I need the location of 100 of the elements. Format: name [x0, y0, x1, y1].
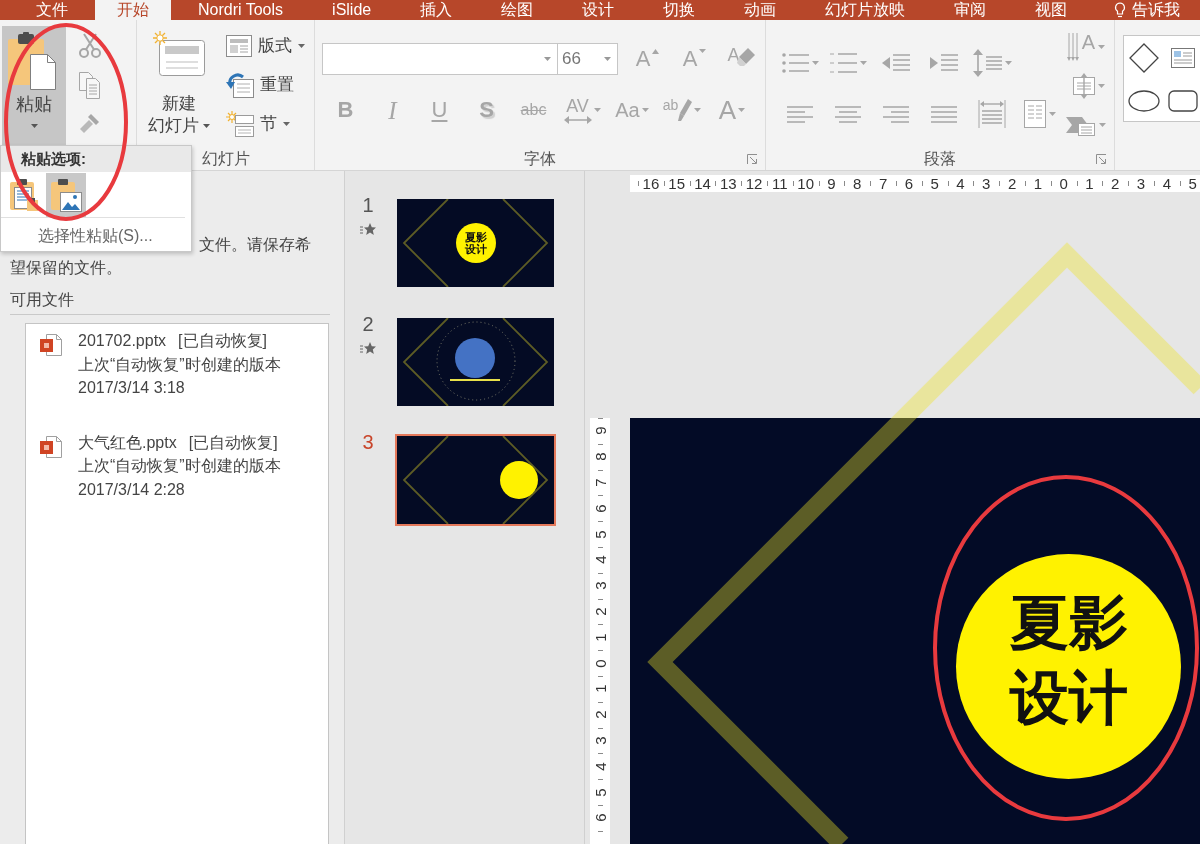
- slide-number: 2: [362, 313, 374, 334]
- distributed-icon: [978, 99, 1006, 129]
- ribbon-tab[interactable]: 插入: [398, 0, 475, 20]
- ruler-number: 4: [956, 175, 965, 192]
- ribbon-tab[interactable]: 切换: [641, 0, 718, 20]
- copy-icon: [78, 71, 102, 99]
- ruler-number: 1: [1085, 175, 1094, 192]
- group-label: 字体: [524, 149, 556, 169]
- reset-button[interactable]: 重置: [226, 65, 305, 104]
- slide-thumbnail[interactable]: 夏影设计: [397, 199, 554, 287]
- ruler-number: 13: [719, 175, 737, 192]
- paste-as-picture-button[interactable]: [46, 172, 86, 217]
- ribbon-tab[interactable]: 开始: [95, 0, 171, 20]
- ruler-number: 7: [878, 175, 888, 192]
- recovery-message: 望保留的文件。: [10, 258, 122, 278]
- ruler-number: 1: [591, 684, 609, 694]
- group-label: 段落: [924, 149, 956, 169]
- clipboard-picture-icon: [50, 177, 82, 212]
- double-arrow-icon: [563, 115, 592, 124]
- highlighter-icon: [678, 99, 693, 121]
- caret-icon: [604, 57, 611, 61]
- font-size-field[interactable]: 66: [558, 43, 618, 75]
- ribbon-tab[interactable]: 设计: [560, 0, 637, 20]
- presentation-file-icon: [40, 334, 62, 356]
- layout-icon: [226, 34, 252, 57]
- ruler-number: 5: [591, 787, 609, 797]
- file-status: [已自动恢复]: [178, 331, 267, 351]
- line-shape: [449, 378, 501, 381]
- ruler-number: 3: [1136, 175, 1146, 192]
- ruler-number: 2: [591, 607, 609, 616]
- ruler-number: 4: [1162, 175, 1171, 192]
- file-description: 上次“自动恢复”时创建的版本: [78, 354, 281, 375]
- new-slide-icon: [153, 31, 205, 76]
- ruler-number: 6: [591, 504, 609, 513]
- file-status: [已自动恢复]: [188, 432, 278, 453]
- ruler-number: 6: [904, 175, 914, 192]
- file-name[interactable]: 大气红色.pptx: [78, 430, 177, 454]
- circle-shape: [455, 337, 495, 378]
- presentation-file-icon: [40, 435, 62, 458]
- section-icon: [226, 110, 254, 137]
- ruler-number: 1: [591, 633, 609, 642]
- ruler-number: 10: [797, 175, 814, 192]
- layout-button[interactable]: 版式: [226, 26, 305, 65]
- ribbon-tab[interactable]: 幻灯片放映: [803, 0, 928, 20]
- tell-me-button[interactable]: 告诉我: [1114, 0, 1200, 20]
- ruler-number: 9: [827, 175, 836, 192]
- ruler-number: 4: [591, 762, 609, 771]
- ruler-number: 7: [591, 478, 609, 487]
- file-name[interactable]: 201702.pptx: [78, 329, 167, 353]
- ruler-number: 4: [591, 555, 609, 565]
- ruler-number: 12: [745, 175, 763, 192]
- paste-button[interactable]: 粘贴: [2, 26, 66, 145]
- font-name-field[interactable]: [322, 43, 558, 75]
- text-box-icon[interactable]: [1170, 47, 1195, 68]
- circle-shape: [500, 461, 538, 499]
- caret-icon: [544, 57, 551, 61]
- dialog-launcher-icon[interactable]: [1096, 154, 1106, 164]
- vertical-lines-icon: [1066, 33, 1079, 61]
- outdent-icon: [882, 53, 910, 73]
- slide-number: 1: [362, 195, 374, 215]
- ribbon-tab[interactable]: 动画: [722, 0, 799, 20]
- slide-number: 3: [362, 432, 374, 452]
- indent-icon: [930, 53, 958, 73]
- ribbon-tab[interactable]: 审阅: [932, 0, 1009, 20]
- ribbon-tab[interactable]: 视图: [1013, 0, 1090, 20]
- thumbnail-title: 夏影设计: [464, 231, 488, 255]
- ruler-number: 8: [591, 452, 609, 461]
- group-label: 幻灯片: [201, 149, 250, 169]
- ruler-number: 8: [853, 175, 862, 192]
- rounded-rectangle-icon[interactable]: [1167, 89, 1198, 112]
- file-description: 上次“自动恢复”时创建的版本: [78, 456, 281, 476]
- ruler-number: 0: [1059, 175, 1068, 192]
- ruler-number: 1: [1033, 175, 1042, 192]
- ruler-number: 2: [1007, 175, 1017, 192]
- file-time: 2017/3/14 2:28: [78, 479, 186, 500]
- ruler-number: 15: [668, 175, 686, 192]
- dialog-launcher-icon[interactable]: [747, 154, 757, 164]
- paste-special-item[interactable]: 选择性粘贴(S)...: [38, 220, 153, 252]
- columns-icon: [1024, 100, 1046, 128]
- ribbon-tab[interactable]: iSlide: [310, 0, 394, 20]
- diamond-shape-icon[interactable]: [1129, 42, 1159, 73]
- new-slide-button[interactable]: 新建 幻灯片: [145, 26, 213, 145]
- reset-icon: [226, 71, 254, 98]
- ruler-number: 3: [591, 581, 609, 590]
- ruler-number: 2: [591, 710, 609, 719]
- section-button[interactable]: 节: [226, 104, 305, 143]
- align-center-icon: [835, 104, 861, 124]
- slide-title: 夏影设计: [1008, 588, 1129, 733]
- ruler-number: 0: [591, 658, 609, 668]
- oval-shape-icon[interactable]: [1128, 89, 1160, 112]
- shapes-gallery[interactable]: [1123, 35, 1200, 122]
- lightbulb-icon: [1114, 2, 1126, 18]
- ribbon-tab[interactable]: Nordri Tools: [176, 0, 306, 20]
- ribbon-tab[interactable]: 文件: [14, 0, 90, 20]
- bullet-list-icon: [781, 52, 809, 74]
- paste-options-header: 粘贴选项:: [1, 146, 191, 172]
- ribbon-tab[interactable]: 绘图: [479, 0, 556, 20]
- caret-icon: [699, 49, 707, 53]
- ruler-number: 5: [591, 529, 609, 539]
- numbered-list-icon: [829, 51, 857, 75]
